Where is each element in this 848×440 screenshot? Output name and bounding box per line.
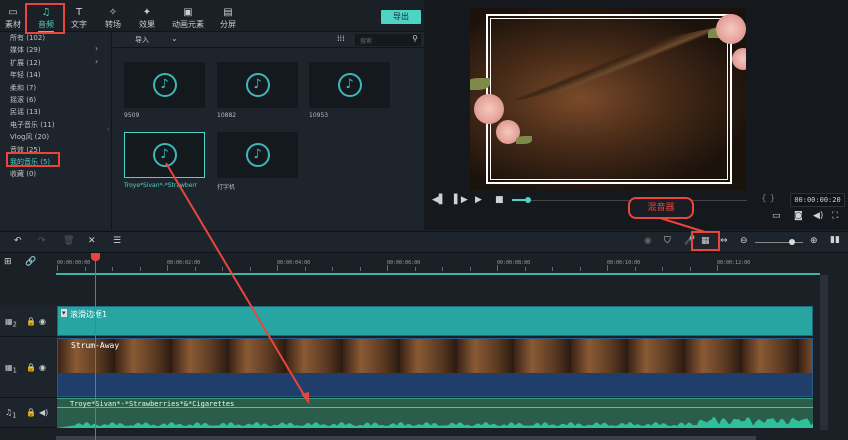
mixer-callout: 混音器	[628, 197, 694, 219]
annotation-arrows	[165, 162, 706, 404]
